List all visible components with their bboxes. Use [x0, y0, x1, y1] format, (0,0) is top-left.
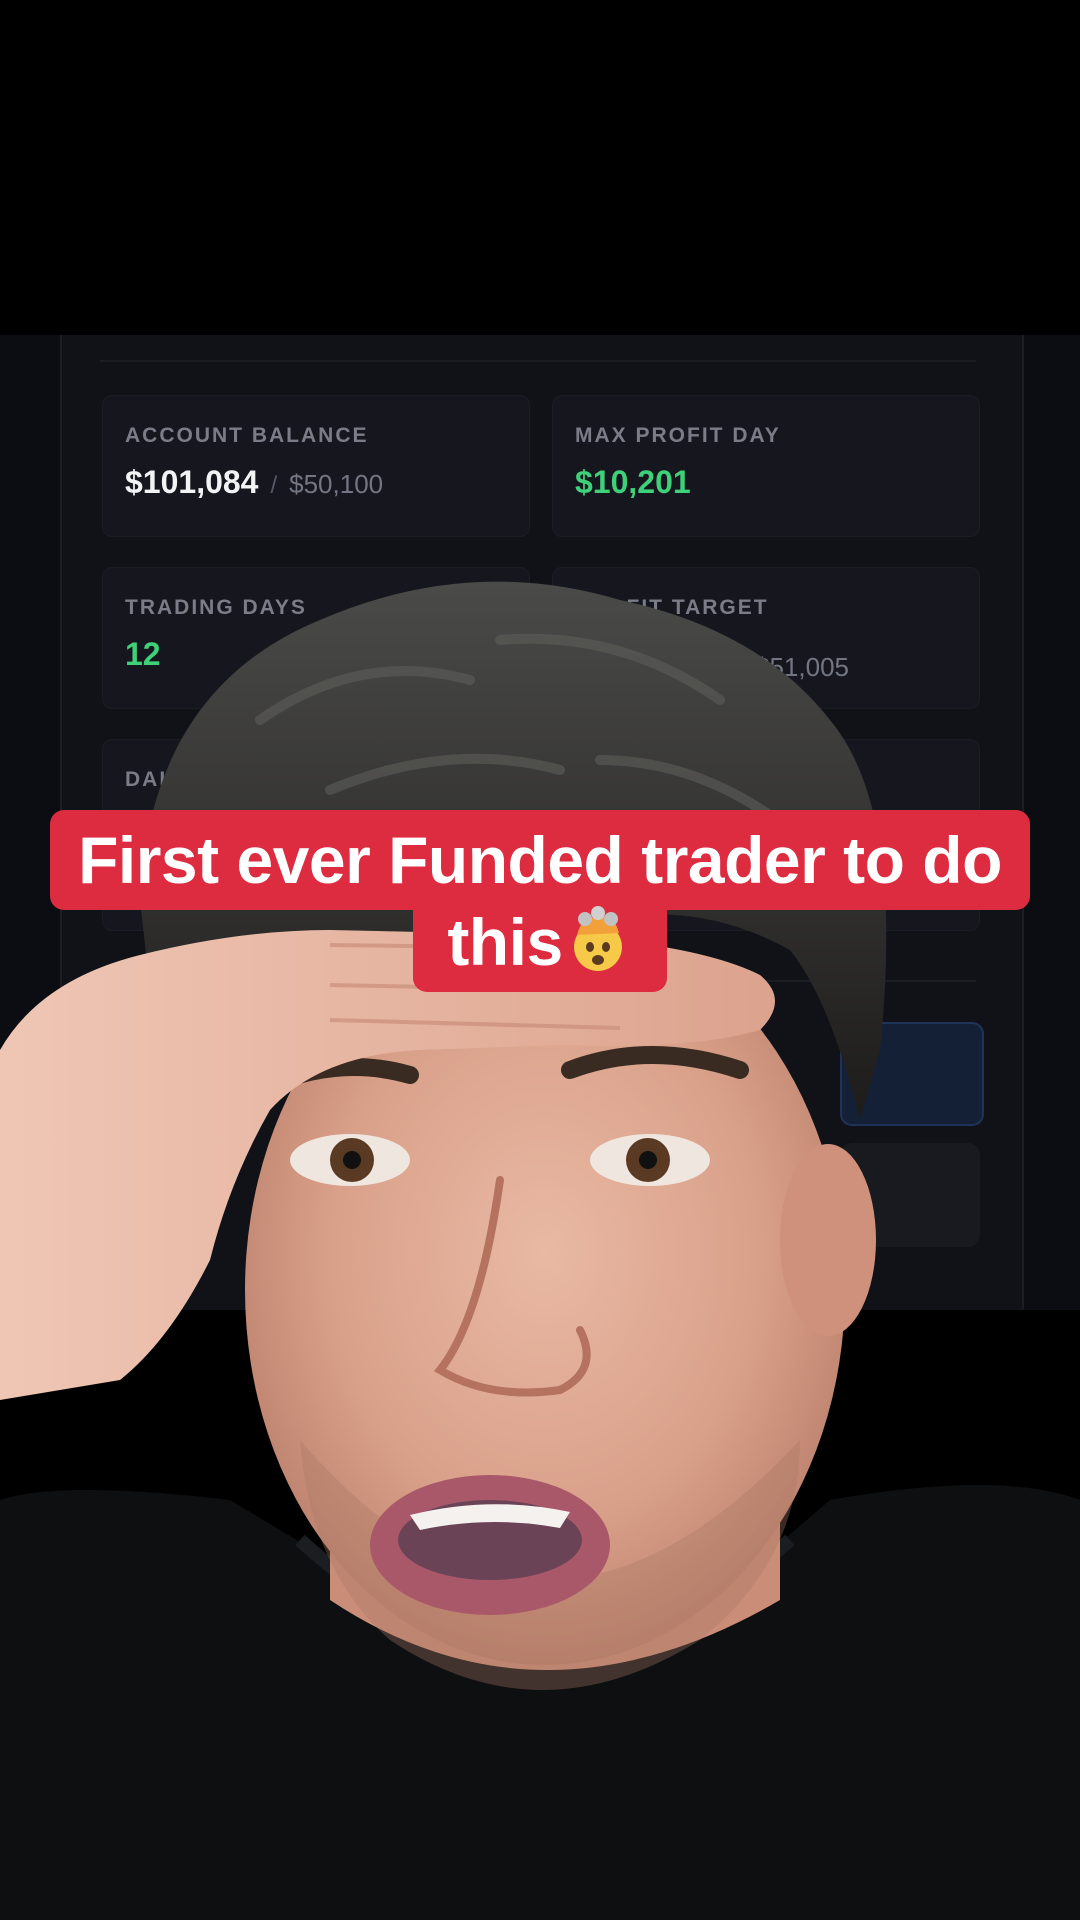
exploding-head-icon: [573, 906, 622, 971]
caption-text-2: this: [447, 905, 563, 979]
eye-right-pupil: [639, 1151, 657, 1169]
caption-line-2: this: [0, 892, 1080, 992]
video-frame: ACCOUNT BALANCE $101,084/$50,100 MAX PRO…: [0, 0, 1080, 1920]
ear: [780, 1144, 876, 1336]
eye-left-pupil: [343, 1151, 361, 1169]
caption-box-2: this: [413, 892, 667, 992]
